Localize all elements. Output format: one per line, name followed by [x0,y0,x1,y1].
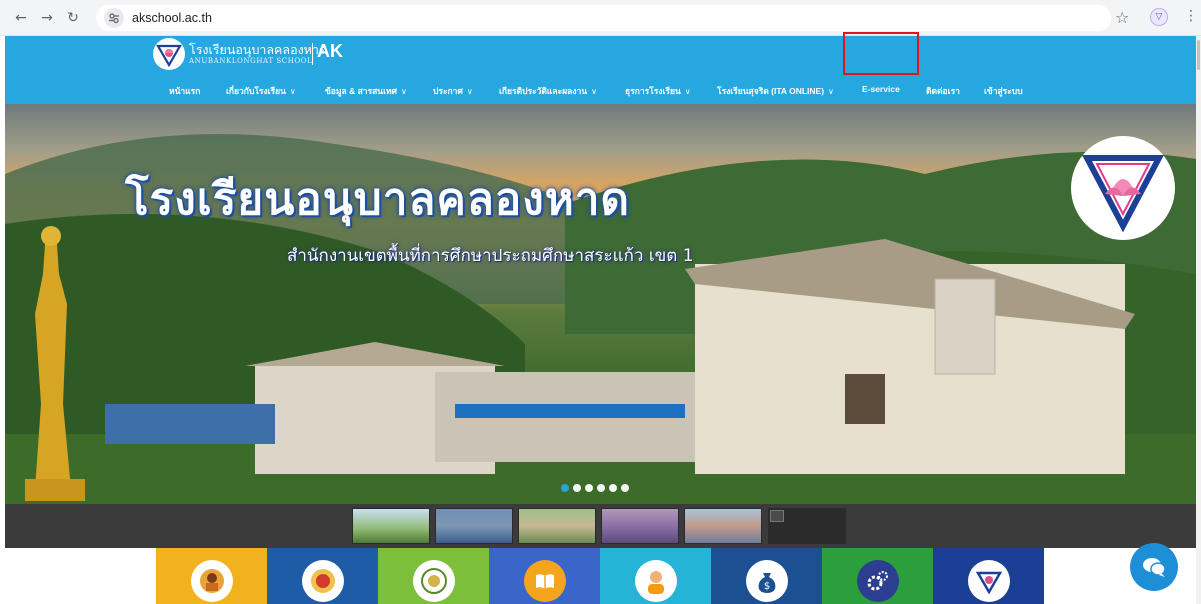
ministry-emblem-icon [301,560,344,602]
monk-emblem-icon [190,560,233,602]
bookmark-star-icon[interactable]: ☆ [1115,8,1129,27]
brand-mark: AK [317,41,343,61]
service-tile[interactable] [933,548,1044,604]
slider-dot[interactable] [609,484,617,492]
slider-dot[interactable] [621,484,629,492]
extension-icon[interactable]: ▽ [1150,8,1168,26]
menu-item-announcements[interactable]: ประกาศ ∨ [433,84,473,98]
reload-icon[interactable]: ↻ [62,7,84,29]
logo-divider [312,43,313,65]
slide-thumbnail[interactable] [352,508,430,544]
service-tile[interactable] [156,548,267,604]
person-icon [634,560,677,602]
school-emblem-icon [967,560,1010,602]
chevron-down-icon: ∨ [466,87,473,96]
chevron-down-icon: ∨ [289,87,296,96]
menu-item-info[interactable]: ข้อมูล & สารสนเทศ ∨ [325,84,407,98]
money-bag-icon: $ [745,560,788,602]
slide-thumbnail[interactable] [684,508,762,544]
menu-item-about[interactable]: เกี่ยวกับโรงเรียน ∨ [226,84,296,98]
school-name-english: ANUBANKLONGHAT SCHOOL [189,57,313,65]
school-emblem-icon [1071,136,1175,240]
menu-item-home[interactable]: หน้าแรก [169,84,200,98]
service-tiles: $ [156,548,1044,604]
slide-thumbnail-strip [5,504,1196,548]
slider-dot[interactable] [573,484,581,492]
school-logo[interactable] [153,38,185,70]
slider-dot[interactable] [561,484,569,492]
district-emblem-icon [412,560,455,602]
address-bar[interactable]: akschool.ac.th [96,4,1111,31]
scrollbar-thumb[interactable] [1197,40,1200,70]
slider-dot[interactable] [597,484,605,492]
page-scrollbar[interactable] [1196,36,1201,604]
menu-item-ita[interactable]: โรงเรียนสุจริต (ITA ONLINE) ∨ [717,84,834,98]
back-icon[interactable]: ← [10,7,32,29]
chat-bubble-icon [1143,558,1166,577]
chat-button[interactable] [1130,543,1178,591]
slide-thumbnail[interactable] [435,508,513,544]
slide-thumbnail[interactable] [601,508,679,544]
site-header: โรงเรียนอนุบาลคลองหาด ANUBANKLONGHAT SCH… [5,36,1196,104]
svg-text:$: $ [763,581,769,592]
hero-slider[interactable]: โรงเรียนอนุบาลคลองหาด สำนักงานเขตพื้นที่… [5,104,1196,504]
site-info-icon[interactable] [104,7,124,28]
main-menu: หน้าแรก เกี่ยวกับโรงเรียน ∨ ข้อมูล & สารส… [5,80,1196,102]
menu-item-admin[interactable]: ธุรการโรงเรียน ∨ [625,84,691,98]
hero-subtitle: สำนักงานเขตพื้นที่การศึกษาประถมศึกษาสระแ… [287,246,694,266]
service-tile[interactable] [267,548,378,604]
slider-dot[interactable] [585,484,593,492]
menu-item-contact[interactable]: ติดต่อเรา [926,84,960,98]
service-tile[interactable] [489,548,600,604]
book-icon [523,560,566,602]
eservice-highlight-box [843,32,919,75]
gears-icon [856,560,899,602]
service-tile[interactable]: $ [711,548,822,604]
menu-item-eservice[interactable]: E-service [862,84,900,94]
url-text: akschool.ac.th [132,10,212,25]
browser-toolbar: ← → ↻ akschool.ac.th ☆ ▽ ⋮ [0,0,1201,36]
slide-thumbnail-broken[interactable] [768,508,846,544]
service-tile[interactable] [600,548,711,604]
chevron-down-icon: ∨ [591,87,597,96]
chevron-down-icon: ∨ [684,87,691,96]
broken-image-icon [770,510,784,522]
hero-title: โรงเรียนอนุบาลคลองหาด [125,174,630,225]
service-tile[interactable] [378,548,489,604]
chevron-down-icon: ∨ [401,87,407,96]
chevron-down-icon: ∨ [828,87,834,96]
browser-menu-icon[interactable]: ⋮ [1184,8,1198,24]
menu-item-login[interactable]: เข้าสู่ระบบ [984,84,1023,98]
forward-icon[interactable]: → [36,7,58,29]
service-tile[interactable] [822,548,933,604]
slider-dots [561,484,629,492]
slide-thumbnail[interactable] [518,508,596,544]
menu-item-honors[interactable]: เกียรติประวัติและผลงาน ∨ [499,84,597,98]
